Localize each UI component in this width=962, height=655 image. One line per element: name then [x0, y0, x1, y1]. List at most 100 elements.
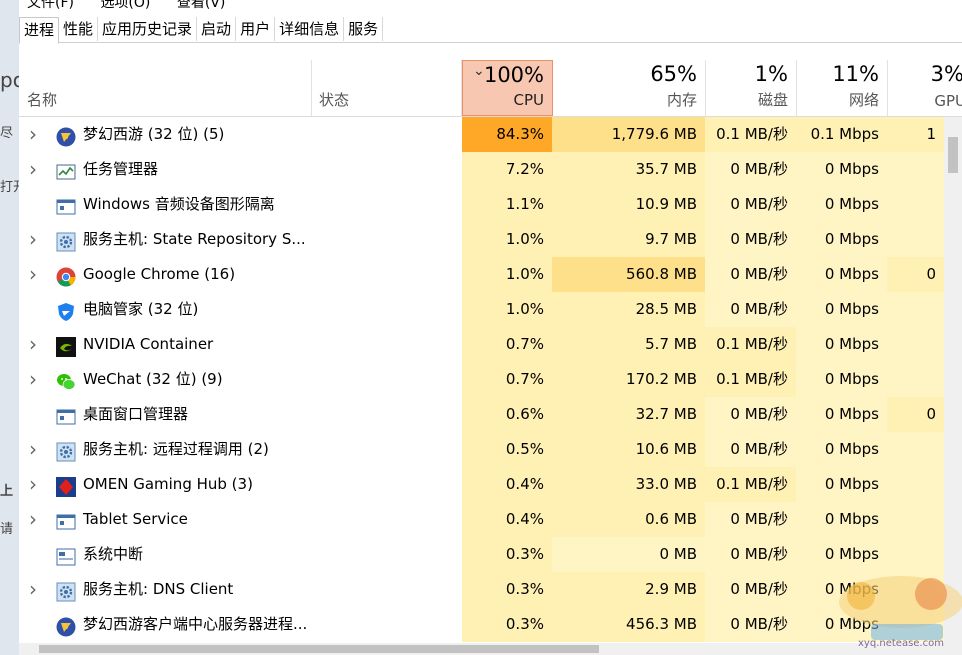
gpu-cell	[887, 222, 944, 257]
expand-chevron-icon[interactable]: ›	[29, 467, 43, 502]
table-row[interactable]: 桌面窗口管理器 0.6% 32.7 MB 0 MB/秒 0 Mbps 0	[19, 397, 944, 432]
expand-chevron-icon[interactable]: ›	[29, 432, 43, 467]
table-row[interactable]: › Tablet Service 0.4% 0.6 MB 0 MB/秒 0 Mbps	[19, 502, 944, 537]
process-name-cell: › 服务主机: DNS Client	[19, 572, 462, 607]
process-name-cell: 桌面窗口管理器	[19, 397, 462, 432]
cpu-cell: 1.0%	[462, 257, 552, 292]
disk-cell: 0 MB/秒	[705, 292, 796, 327]
network-cell: 0 Mbps	[796, 257, 887, 292]
cpu-cell: 1.1%	[462, 187, 552, 222]
tab-performance[interactable]: 性能	[59, 17, 99, 41]
network-cell: 0 Mbps	[796, 397, 887, 432]
column-disk[interactable]: 1% 磁盘	[705, 60, 797, 116]
table-row[interactable]: › NVIDIA Container 0.7% 5.7 MB 0.1 MB/秒 0 Mbp…	[19, 327, 944, 362]
expand-chevron-icon[interactable]: ›	[29, 362, 43, 397]
table-row[interactable]: › 任务管理器 7.2% 35.7 MB 0 MB/秒 0 Mbps	[19, 152, 944, 187]
network-cell: 0 Mbps	[796, 222, 887, 257]
memory-cell: 0.6 MB	[552, 502, 705, 537]
gpu-cell	[887, 152, 944, 187]
process-name-cell: Windows 音频设备图形隔离	[19, 187, 462, 222]
table-row[interactable]: 梦幻西游客户端中心服务器进程... 0.3% 456.3 MB 0 MB/秒 0 Mbp…	[19, 607, 944, 642]
table-row[interactable]: › WeChat (32 位) (9) 0.7% 170.2 MB 0.1 MB/秒 0 …	[19, 362, 944, 397]
column-cpu[interactable]: ⌄ 100% CPU	[462, 60, 553, 116]
process-name-cell: › 任务管理器	[19, 152, 462, 187]
column-name[interactable]: 名称	[19, 60, 312, 116]
system-icon	[56, 545, 76, 566]
expand-chevron-icon[interactable]: ›	[29, 572, 43, 607]
process-name: 服务主机: DNS Client	[83, 580, 234, 598]
memory-cell: 10.6 MB	[552, 432, 705, 467]
mhxy-icon	[56, 125, 76, 147]
column-network[interactable]: 11% 网络	[796, 60, 888, 116]
mhxy-icon	[56, 615, 76, 637]
table-row[interactable]: › 服务主机: State Repository S... 1.0% 9.7 MB 0 …	[19, 222, 944, 257]
process-name-cell: › 服务主机: State Repository S...	[19, 222, 462, 257]
vertical-scroll-thumb[interactable]	[948, 137, 958, 173]
wechat-icon	[56, 370, 76, 390]
horizontal-scrollbar[interactable]	[19, 643, 944, 655]
background-text: 上	[0, 484, 14, 499]
tab-bar: 进程 性能 应用历史记录 启动 用户 详细信息 服务	[19, 17, 962, 44]
table-row[interactable]: › 梦幻西游 (32 位) (5) 84.3% 1,779.6 MB 0.1 MB/秒 0…	[19, 117, 944, 152]
process-name: 电脑管家 (32 位)	[83, 300, 199, 318]
cpu-cell: 1.0%	[462, 222, 552, 257]
tab-details[interactable]: 详细信息	[275, 17, 345, 41]
disk-cell: 0.1 MB/秒	[705, 362, 796, 397]
gpu-cell: 0	[887, 257, 944, 292]
table-row[interactable]: › Google Chrome (16) 1.0% 560.8 MB 0 MB/秒 0 M…	[19, 257, 944, 292]
process-name-cell: › WeChat (32 位) (9)	[19, 362, 462, 397]
app-window-icon	[56, 195, 76, 215]
memory-cell: 32.7 MB	[552, 397, 705, 432]
menu-file[interactable]: 文件(F)	[27, 0, 74, 11]
process-name: Windows 音频设备图形隔离	[83, 195, 275, 213]
memory-cell: 2.9 MB	[552, 572, 705, 607]
tab-startup[interactable]: 启动	[197, 17, 237, 41]
cpu-cell: 0.3%	[462, 537, 552, 572]
app-window-icon	[56, 405, 76, 425]
expand-chevron-icon[interactable]: ›	[29, 327, 43, 362]
table-row[interactable]: › 服务主机: 远程过程调用 (2) 0.5% 10.6 MB 0 MB/秒 0 Mbps	[19, 432, 944, 467]
cpu-cell: 0.3%	[462, 572, 552, 607]
process-name: Tablet Service	[83, 510, 188, 528]
tab-processes[interactable]: 进程	[19, 17, 60, 44]
cpu-cell: 84.3%	[462, 117, 552, 152]
column-memory[interactable]: 65% 内存	[553, 60, 706, 116]
process-name: 梦幻西游 (32 位) (5)	[83, 125, 225, 143]
column-gpu[interactable]: 3% GPU	[887, 60, 962, 116]
pc-manager-icon	[56, 300, 76, 321]
expand-chevron-icon[interactable]: ›	[29, 117, 43, 152]
tab-users[interactable]: 用户	[236, 17, 276, 41]
process-name-cell: 电脑管家 (32 位)	[19, 292, 462, 327]
cpu-cell: 1.0%	[462, 292, 552, 327]
column-status[interactable]: 状态	[311, 60, 462, 116]
menu-options[interactable]: 选项(O)	[100, 0, 150, 11]
process-name-cell: 系统中断	[19, 537, 462, 572]
expand-chevron-icon[interactable]: ›	[29, 502, 43, 537]
table-row[interactable]: ›服务主机: DNS Client0.3%2.9 MB0 MB/秒0 Mbps	[19, 572, 944, 607]
column-name-label: 名称	[27, 91, 58, 109]
tab-app-history[interactable]: 应用历史记录	[98, 17, 198, 41]
table-row[interactable]: 系统中断 0.3% 0 MB 0 MB/秒 0 Mbps	[19, 537, 944, 572]
app-window-icon	[56, 510, 76, 530]
expand-chevron-icon[interactable]: ›	[29, 257, 43, 292]
table-row[interactable]: 电脑管家 (32 位) 1.0% 28.5 MB 0 MB/秒 0 Mbps	[19, 292, 944, 327]
table-row[interactable]: › OMEN Gaming Hub (3) 0.4% 33.0 MB 0.1 MB/秒 0…	[19, 467, 944, 502]
column-network-label: 网络	[848, 91, 879, 109]
disk-cell: 0 MB/秒	[705, 187, 796, 222]
disk-cell: 0 MB/秒	[705, 397, 796, 432]
network-cell: 0 Mbps	[796, 187, 887, 222]
process-name-cell: › Google Chrome (16)	[19, 257, 462, 292]
expand-chevron-icon[interactable]: ›	[29, 152, 43, 187]
disk-cell: 0 MB/秒	[705, 257, 796, 292]
memory-cell: 10.9 MB	[552, 187, 705, 222]
table-row[interactable]: Windows 音频设备图形隔离 1.1% 10.9 MB 0 MB/秒 0 Mbps	[19, 187, 944, 222]
tab-services[interactable]: 服务	[344, 17, 384, 41]
menu-view[interactable]: 查看(V)	[177, 0, 226, 11]
gpu-cell: 1	[887, 117, 944, 152]
expand-chevron-icon[interactable]: ›	[29, 222, 43, 257]
disk-cell: 0 MB/秒	[705, 222, 796, 257]
cpu-cell: 0.6%	[462, 397, 552, 432]
process-name: 系统中断	[83, 545, 144, 563]
disk-cell: 0 MB/秒	[705, 152, 796, 187]
horizontal-scroll-thumb[interactable]	[39, 645, 599, 653]
